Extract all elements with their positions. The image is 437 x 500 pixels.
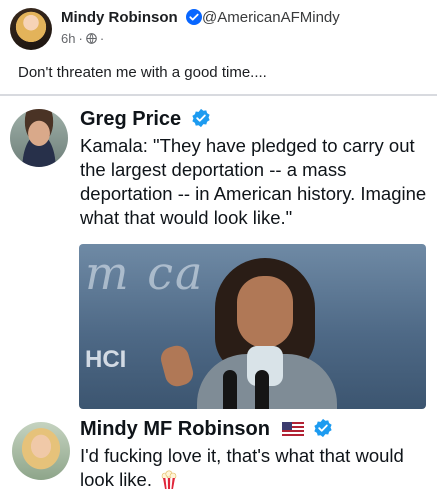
reply-author: Mindy MF Robinson bbox=[80, 418, 333, 441]
verified-badge-icon bbox=[314, 418, 332, 438]
embedded-screenshot[interactable]: Greg Price Kamala: "They have pledged to… bbox=[0, 94, 437, 500]
globe-icon[interactable] bbox=[85, 33, 97, 44]
quoted-author: Greg Price bbox=[80, 108, 211, 131]
verified-badge-icon bbox=[185, 9, 202, 25]
post-author[interactable]: Mindy Robinson bbox=[61, 9, 202, 26]
us-flag-icon bbox=[281, 422, 304, 436]
meta-separator: · bbox=[78, 31, 83, 46]
microphone bbox=[255, 370, 269, 409]
post-text: Don't threaten me with a good time.... bbox=[18, 64, 267, 81]
backdrop-script: m ca bbox=[85, 246, 205, 300]
avatar[interactable] bbox=[10, 8, 52, 50]
post-meta: 6h · · bbox=[61, 31, 104, 46]
facebook-post: Mindy Robinson @AmericanAFMindy 6h · · D… bbox=[0, 0, 437, 500]
avatar bbox=[10, 109, 68, 167]
video-still: m ca HCI bbox=[79, 244, 426, 409]
quoted-tweet-text: Kamala: "They have pledged to carry out … bbox=[80, 135, 427, 228]
post-author-handle[interactable]: @AmericanAFMindy bbox=[202, 9, 340, 26]
avatar bbox=[12, 422, 70, 480]
verified-badge-icon bbox=[192, 108, 210, 128]
reply-tweet-text: I'd fucking love it, that's what that wo… bbox=[80, 444, 432, 492]
reply-author-name: Mindy MF Robinson bbox=[80, 418, 270, 440]
post-timestamp[interactable]: 6h bbox=[61, 31, 75, 46]
popcorn-icon bbox=[161, 470, 177, 489]
speaker-hand bbox=[158, 343, 196, 389]
microphone bbox=[223, 370, 237, 409]
quoted-author-name: Greg Price bbox=[80, 108, 182, 130]
reply-tweet-body: I'd fucking love it, that's what that wo… bbox=[80, 445, 404, 490]
meta-separator: · bbox=[99, 31, 105, 46]
post-author-name[interactable]: Mindy Robinson bbox=[61, 9, 178, 26]
backdrop-text: HCI bbox=[85, 346, 127, 373]
